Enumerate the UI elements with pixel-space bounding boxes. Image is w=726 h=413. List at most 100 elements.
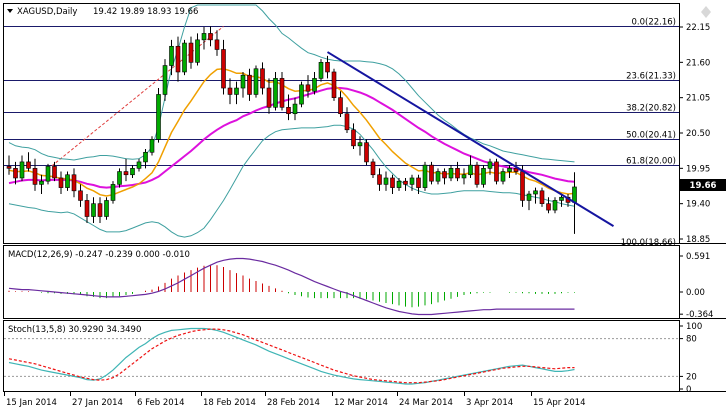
bull-candle [91,203,96,217]
collapse-triangle-icon[interactable] [7,9,13,13]
bear-candle [32,168,38,185]
bull-candle [65,174,70,188]
bear-candle [338,97,343,115]
bear-candle [286,107,291,115]
fib-level-label: 61.8(20.00) [626,157,676,167]
bull-candle [162,65,168,95]
bull-candle [481,168,486,185]
bollinger-upper-band [8,4,575,163]
chart-root: 22.15 21.60 21.05 20.50 19.95 19.40 18.85 0.0(… [0,0,726,409]
bear-candle [344,113,350,131]
bull-candle [422,164,428,188]
bull-candle [292,103,298,115]
bull-candle [435,171,441,182]
current-price-label: 19.66 [690,181,717,191]
bull-candle [195,39,200,63]
bull-candle [461,174,467,179]
bear-candle [97,203,103,217]
bear-candle [494,161,499,182]
bull-candle [273,78,278,108]
bear-candle [546,203,551,211]
bull-candle [19,161,25,179]
bear-candle [175,45,181,73]
bull-candle [552,200,558,211]
bull-candle [396,180,402,188]
bear-candle [6,166,12,169]
ohlc-values: 19.42 19.89 18.93 19.66 [93,7,198,17]
fib-level-label: 100.0(18.66) [621,238,676,248]
time-tick-label: 3 Apr 2014 [466,398,513,408]
bear-candle [221,49,226,89]
bear-candle [390,177,395,188]
bull-candle [45,166,51,182]
bull-candle [149,139,155,153]
macd-axis: 0.591 0.00 -0.364 [679,252,713,320]
stoch-tick-label: 20 [686,372,697,382]
bull-candle [487,161,493,169]
fib-level-label: 0.0(22.16) [632,18,676,28]
trading-chart: 22.15 21.60 21.05 20.50 19.95 19.40 18.85 0.0(… [3,3,726,408]
time-tick-label: 15 Jan 2014 [6,398,57,408]
bull-candle [572,186,577,203]
bull-candle [507,168,512,172]
bear-candle [325,62,330,73]
bull-candle [39,180,44,185]
time-axis: 15 Jan 2014 27 Jan 2014 6 Feb 2014 18 Feb 2… [4,392,586,408]
stoch-tick-label: 0 [686,385,691,395]
bear-candle [26,161,31,169]
price-tick-label: 21.60 [686,58,710,68]
bear-candle [364,142,369,163]
macd-tick-label: -0.364 [686,310,713,320]
bull-candle [130,168,135,176]
bear-candle [188,42,194,63]
bull-candle [136,161,142,169]
bull-candle [533,190,538,195]
macd-signal-line [8,257,575,316]
bear-candle [331,71,337,98]
price-tick-label: 21.05 [686,94,710,104]
bull-candle [156,94,161,140]
bear-candle [305,84,311,92]
bull-candle [383,177,389,185]
bear-candle [247,74,252,95]
bull-candle [299,84,304,105]
bear-candle [403,180,408,185]
bear-candle [455,168,460,179]
bear-candle [520,171,525,201]
bear-candle [208,33,213,41]
price-tick-label: 22.15 [686,23,710,33]
macd-tick-label: 0.00 [686,288,705,298]
bear-candle [227,87,233,95]
bull-candle [143,151,148,163]
stoch-signal-line [8,328,575,384]
time-tick-label: 24 Mar 2014 [399,398,453,408]
fibonacci-levels [4,26,679,166]
bull-candle [240,74,246,89]
stoch-main-line [8,327,575,385]
time-tick-label: 15 Apr 2014 [533,398,586,408]
bear-candle [78,190,83,201]
bull-candle [468,164,473,176]
bear-candle [266,87,272,108]
bear-candle [539,190,545,204]
bull-candle [559,196,564,201]
bull-candle [201,33,207,41]
stochastic-indicator [4,327,679,385]
time-tick-label: 28 Feb 2014 [267,398,320,408]
price-tick-label: 19.95 [686,164,710,174]
fast-moving-average [8,68,575,197]
bear-candle [429,164,434,182]
bull-candle [182,42,187,73]
stoch-tick-label: 80 [686,335,697,345]
bull-candle [234,87,239,95]
fib-level-label: 50.0(20.41) [626,131,676,141]
bull-candle [448,168,454,179]
bull-candle [409,177,415,185]
bull-candle [169,45,174,66]
bear-candle [442,171,447,179]
symbol-label: XAGUSD,Daily [17,7,77,17]
time-tick-label: 12 Mar 2014 [334,398,388,408]
bear-candle [279,78,285,108]
macd-tick-label: 0.591 [686,252,710,262]
scroll-marker-icon[interactable] [701,6,711,18]
